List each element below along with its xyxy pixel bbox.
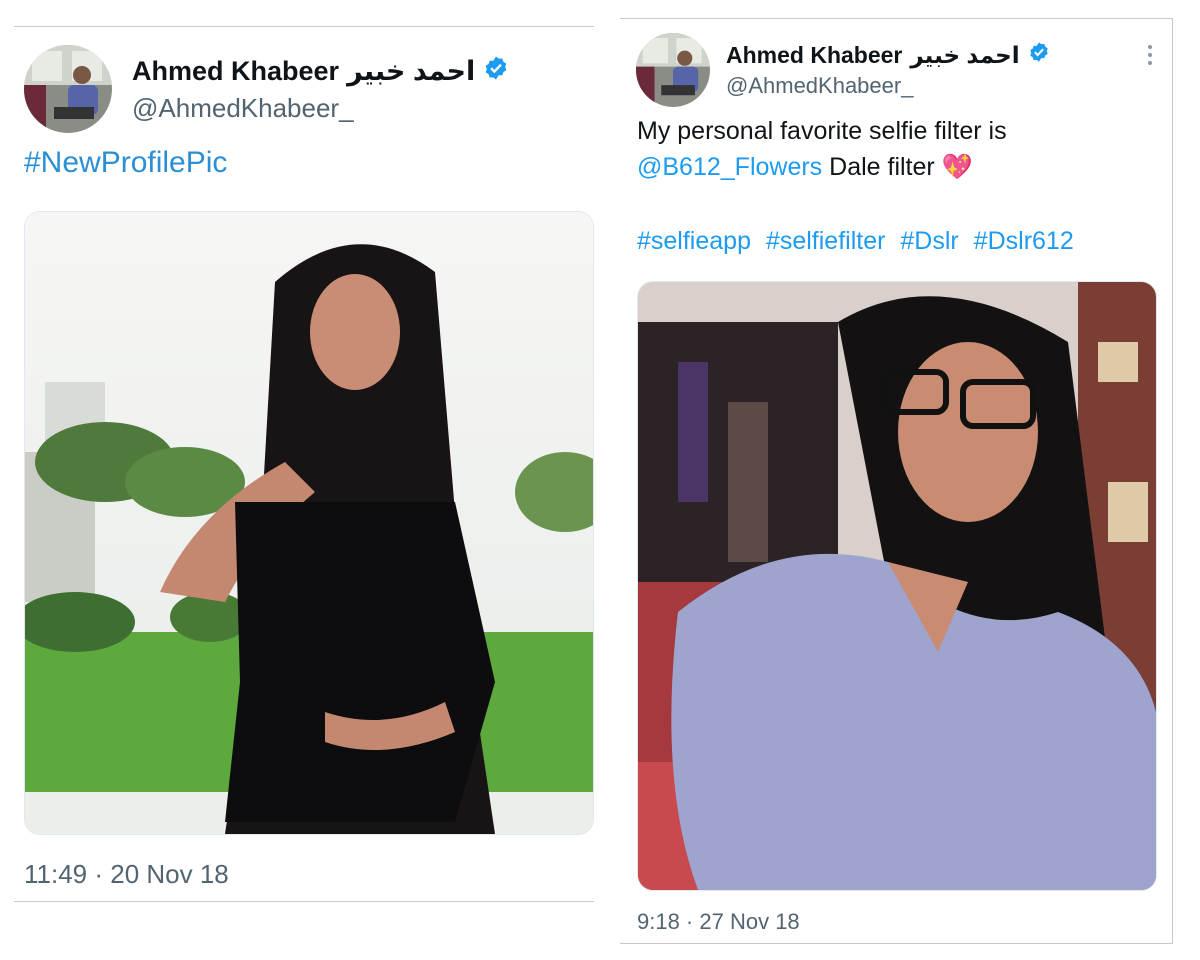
avatar[interactable]	[636, 33, 710, 107]
author-name-arabic[interactable]: احمد خبير	[347, 56, 475, 87]
more-options-icon[interactable]	[1148, 45, 1152, 69]
author-name-row[interactable]: Ahmed Khabeer احمد خبير	[726, 41, 1050, 69]
tweet-text: #NewProfilePic	[24, 145, 227, 181]
hashtag-link[interactable]: #selfiefilter	[766, 227, 886, 255]
hashtag-link[interactable]: #Dslr612	[974, 227, 1074, 255]
tweet-left[interactable]: Ahmed Khabeer احمد خبير @AhmedKhabeer_ #…	[14, 26, 594, 902]
avatar[interactable]	[24, 45, 112, 133]
verified-badge-icon	[483, 55, 509, 88]
mention-link[interactable]: @B612_Flowers	[637, 153, 822, 181]
author-handle[interactable]: @AhmedKhabeer_	[726, 73, 913, 99]
tweet-text-line: My personal favorite selfie filter is	[637, 117, 1007, 145]
author-name-arabic[interactable]: احمد خبير	[910, 42, 1019, 69]
hashtag-list: #selfieapp #selfiefilter #Dslr #Dslr612	[637, 223, 1157, 259]
author-handle[interactable]: @AhmedKhabeer_	[132, 93, 354, 124]
tweet-photo[interactable]	[637, 281, 1157, 891]
tweet-timestamp[interactable]: 11:49 · 20 Nov 18	[24, 859, 229, 890]
tweet-text-fragment: Dale filter 💖	[822, 153, 973, 181]
hashtag-link[interactable]: #selfieapp	[637, 227, 751, 255]
hashtag-link[interactable]: #Dslr	[900, 227, 958, 255]
author-name-row[interactable]: Ahmed Khabeer احمد خبير	[132, 55, 509, 88]
tweet-text: My personal favorite selfie filter is @B…	[637, 113, 1157, 259]
verified-badge-icon	[1028, 41, 1050, 69]
tweet-text-line: @B612_Flowers Dale filter 💖	[637, 149, 1157, 185]
tweet-photo[interactable]	[24, 211, 594, 835]
tweet-timestamp[interactable]: 9:18 · 27 Nov 18	[637, 909, 800, 935]
tweet-right[interactable]: Ahmed Khabeer احمد خبير @AhmedKhabeer_ M…	[620, 18, 1173, 944]
author-name[interactable]: Ahmed Khabeer	[132, 56, 339, 87]
author-name[interactable]: Ahmed Khabeer	[726, 42, 902, 69]
hashtag-link[interactable]: #NewProfilePic	[24, 146, 227, 179]
